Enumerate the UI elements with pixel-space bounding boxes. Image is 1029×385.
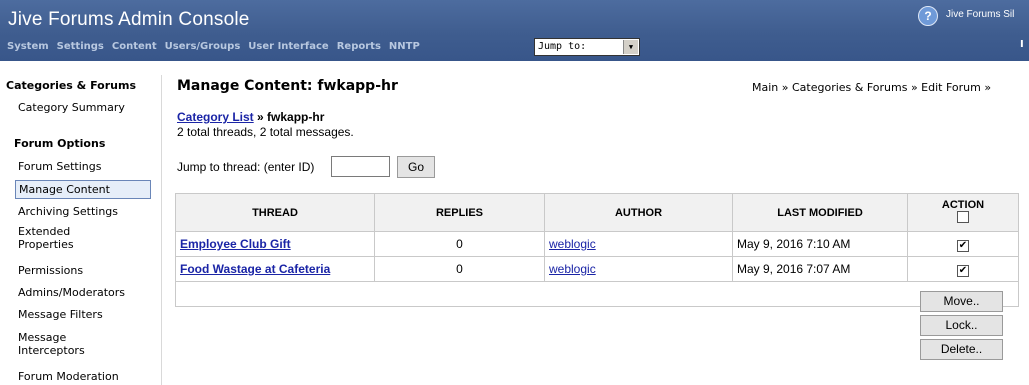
modified-cell: May 9, 2016 7:07 AM [732, 256, 908, 282]
row-checkbox[interactable]: ✔ [957, 239, 969, 252]
sidebar-item-forum-moderation[interactable]: Forum Moderation [18, 370, 119, 383]
category-list-link[interactable]: Category List [177, 110, 254, 124]
col-header-action: ACTION [907, 193, 1019, 232]
sidebar-heading-forum-options: Forum Options [14, 137, 106, 150]
nav-settings[interactable]: Settings [57, 41, 104, 52]
table-row: Food Wastage at Cafeteria 0 weblogic May… [175, 256, 1019, 282]
chevron-down-icon[interactable]: ▼ [623, 40, 638, 54]
totals-text: 2 total threads, 2 total messages. [177, 125, 354, 139]
sidebar-item-category-summary[interactable]: Category Summary [18, 101, 125, 114]
table-header-row: THREAD REPLIES AUTHOR LAST MODIFIED ACTI… [175, 193, 1019, 232]
thread-link[interactable]: Food Wastage at Cafeteria [180, 262, 330, 276]
top-nav: System Settings Content Users/Groups Use… [7, 41, 420, 52]
threads-table: THREAD REPLIES AUTHOR LAST MODIFIED ACTI… [175, 193, 1019, 307]
col-header-thread: THREAD [175, 193, 375, 232]
sidebar-heading-categories: Categories & Forums [6, 79, 136, 92]
move-button[interactable]: Move.. [920, 291, 1003, 312]
app-title: Jive Forums Admin Console [8, 9, 250, 30]
author-link[interactable]: weblogic [549, 262, 596, 276]
top-banner: Jive Forums Admin Console ? Jive Forums … [0, 0, 1029, 61]
nav-users-groups[interactable]: Users/Groups [165, 41, 241, 52]
table-actions-row [175, 281, 1019, 307]
nav-user-interface[interactable]: User Interface [248, 41, 328, 52]
sidebar-item-admins-moderators[interactable]: Admins/Moderators [18, 286, 125, 299]
col-header-action-label: ACTION [941, 199, 985, 211]
col-header-replies: REPLIES [374, 193, 545, 232]
category-separator: » [253, 110, 268, 124]
jump-to-select[interactable]: Jump to: ▼ [534, 38, 640, 56]
help-icon[interactable]: ? [918, 6, 938, 26]
table-row: Employee Club Gift 0 weblogic May 9, 201… [175, 231, 1019, 257]
replies-cell: 0 [374, 256, 545, 282]
sidebar-item-manage-content[interactable]: Manage Content [15, 180, 151, 199]
modified-cell: May 9, 2016 7:10 AM [732, 231, 908, 257]
nav-reports[interactable]: Reports [337, 41, 381, 52]
sidebar-item-archiving-settings[interactable]: Archiving Settings [18, 205, 118, 218]
nav-system[interactable]: System [7, 41, 49, 52]
sidebar-item-forum-settings[interactable]: Forum Settings [18, 160, 102, 173]
thread-id-input[interactable] [331, 156, 390, 177]
sidebar-item-message-interceptors[interactable]: Message Interceptors [18, 331, 108, 357]
sidebar-item-permissions[interactable]: Permissions [18, 264, 83, 277]
go-button[interactable]: Go [397, 156, 435, 178]
sidebar-item-extended-properties[interactable]: Extended Properties [18, 225, 128, 251]
delete-button[interactable]: Delete.. [920, 339, 1003, 360]
nav-content[interactable]: Content [112, 41, 157, 52]
lock-button[interactable]: Lock.. [920, 315, 1003, 336]
jump-to-thread-label: Jump to thread: (enter ID) [177, 160, 315, 174]
nav-nntp[interactable]: NNTP [389, 41, 420, 52]
page-title: Manage Content: fwkapp-hr [177, 78, 398, 94]
select-all-checkbox[interactable] [957, 211, 969, 223]
category-line: Category List » fwkapp-hr [177, 110, 324, 124]
breadcrumb: Main » Categories & Forums » Edit Forum … [752, 81, 992, 94]
row-checkbox[interactable]: ✔ [957, 264, 969, 277]
jump-to-value: Jump to: [538, 41, 587, 52]
col-header-author: AUTHOR [544, 193, 733, 232]
product-name: Jive Forums Sil [946, 9, 1015, 20]
col-header-last-modified: LAST MODIFIED [732, 193, 908, 232]
thread-link[interactable]: Employee Club Gift [180, 237, 291, 251]
replies-cell: 0 [374, 231, 545, 257]
forum-name: fwkapp-hr [267, 110, 325, 124]
header-corner-text: I [1020, 39, 1024, 50]
sidebar-item-message-filters[interactable]: Message Filters [18, 308, 103, 321]
author-link[interactable]: weblogic [549, 237, 596, 251]
sidebar-divider [161, 75, 162, 385]
actions-cell [175, 281, 1019, 307]
